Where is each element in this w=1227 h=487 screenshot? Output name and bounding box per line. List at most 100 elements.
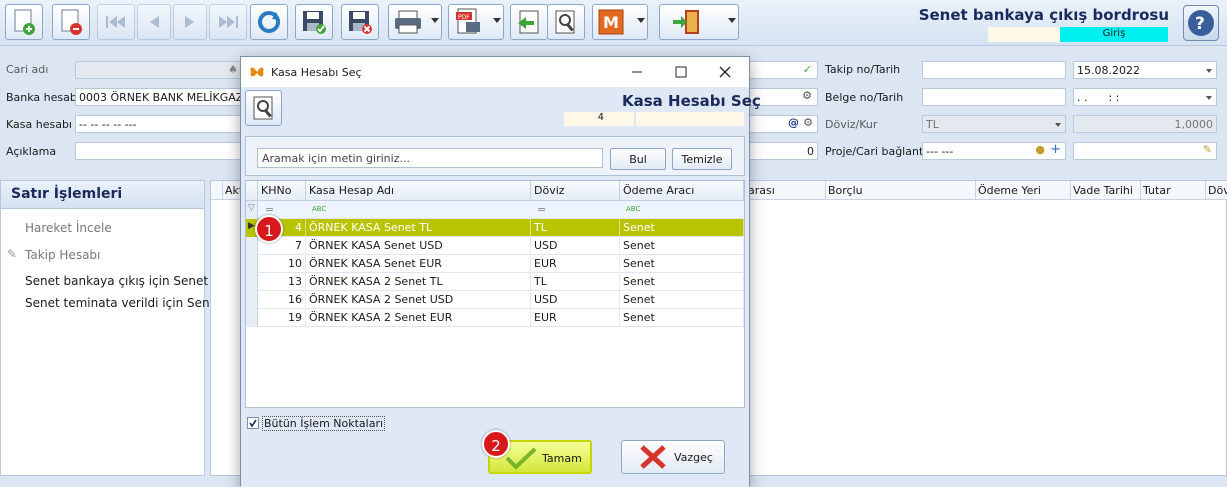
m-icon: M [598,9,624,35]
dialog-settings-button[interactable] [245,90,282,126]
cari-field[interactable]: ♠ [75,61,245,79]
dialog-titlebar: Kasa Hesabı Seç [241,57,749,87]
grid-corner [246,181,258,201]
takip-date-value: 15.08.2022 [1077,64,1140,77]
save-button[interactable] [295,4,333,40]
lookup-icon[interactable]: ⚙ [803,116,813,129]
header-doviz[interactable]: Döviz [531,181,620,201]
maximize-button[interactable] [671,63,691,81]
takip-hesabi-label: Takip Hesabı [25,248,101,262]
cari-link-field[interactable]: ✎ [1073,142,1217,160]
print-button[interactable] [388,4,442,40]
refresh-button[interactable] [250,4,288,40]
cell-khno: 16 [258,291,306,309]
grid-header-doviz[interactable]: Döv [1206,181,1227,200]
selected-table-row[interactable]: ▶ 4 ÖRNEK KASA Senet TL TL Senet [246,219,744,237]
kasa-extra-field[interactable]: @ ⚙ [748,115,818,133]
header-kasa-hesap-adi[interactable]: Kasa Hesap Adı [306,181,531,201]
chevron-down-icon[interactable] [1206,96,1212,100]
filter-odeme[interactable]: ABC [623,201,643,219]
doviz-field[interactable]: TL [922,115,1066,133]
takip-no-field[interactable] [922,61,1066,79]
minimize-icon [632,71,642,73]
filter-name[interactable]: ABC [309,201,329,219]
all-points-label[interactable]: Bütün İşlem Noktaları [262,416,386,431]
callout-badge-2: 2 [482,430,510,458]
m-menu-button[interactable]: M [592,4,648,40]
add-icon[interactable]: + [1050,143,1061,157]
grid-header-odeme-yeri[interactable]: Ödeme Yeri [976,181,1071,200]
doviz-value: TL [926,118,939,131]
delete-document-button[interactable] [52,4,90,40]
minimize-button[interactable] [627,63,647,81]
senet-teminata-item[interactable]: Senet teminata verildi için Senet... [25,296,233,310]
takip-label: Takip no/Tarih [825,63,901,76]
grid-header-vade[interactable]: Vade Tarihi [1071,181,1141,200]
row-indicator [246,309,258,327]
edit-icon: ✎ [7,247,18,261]
cell-kasa-name: ÖRNEK KASA 2 Senet TL [306,273,531,291]
grid-header-arasi[interactable]: arası [746,181,826,200]
first-record-button[interactable] [97,4,135,40]
header-khno[interactable]: KHNo [258,181,306,201]
settings-icon [555,10,575,34]
senet-bankaya-item[interactable]: Senet bankaya çıkış için Senet Seç [25,274,234,288]
exit-button[interactable] [659,4,739,40]
proje-label: Proje/Cari bağlantı [825,145,927,158]
cancel-button[interactable]: Vazgeç [621,440,725,474]
dialog-heading: Kasa Hesabı Seç [622,92,761,110]
next-record-button[interactable] [173,4,207,40]
new-document-button[interactable] [5,4,43,40]
clear-button[interactable]: Temizle [672,148,732,170]
kasa-field[interactable]: -- -- -- -- --- [75,115,245,133]
at-icon[interactable]: @ [788,116,799,129]
chevron-down-icon[interactable] [1055,123,1061,127]
aciklama-field[interactable] [75,142,245,160]
close-button[interactable] [715,63,735,81]
help-button[interactable]: ? [1183,5,1219,41]
lock-icon[interactable]: ● [1035,143,1045,156]
previous-record-button[interactable] [137,4,171,40]
cell-odeme-araci: Senet [620,255,744,273]
chevron-down-icon[interactable] [1206,69,1212,73]
takip-date-field[interactable]: 15.08.2022 [1073,61,1217,79]
settings-button[interactable] [547,4,585,40]
hareket-incele-item[interactable]: Hareket İncele [25,221,112,235]
cell-odeme-araci: Senet [620,273,744,291]
filter-doviz[interactable]: = [534,201,549,219]
search-input[interactable]: Aramak için metin giriniz... [257,148,603,168]
pdf-export-icon: PDF [456,8,480,34]
proje-field[interactable]: --- --- ● + [922,142,1066,160]
cancel-save-button[interactable] [341,4,379,40]
table-row[interactable]: 16 ÖRNEK KASA 2 Senet USD USD Senet [246,291,744,309]
banka-field[interactable]: 0003 ÖRNEK BANK MELİKGAZİ ŞU [75,88,245,106]
table-row[interactable]: 7 ÖRNEK KASA Senet USD USD Senet [246,237,744,255]
dialog-window-title: Kasa Hesabı Seç [271,66,362,79]
dialog-counter-blank [636,112,744,126]
last-record-button[interactable] [209,4,247,40]
table-row[interactable]: 13 ÖRNEK KASA 2 Senet TL TL Senet [246,273,744,291]
find-button[interactable]: Bul [610,148,666,170]
pdf-export-button[interactable]: PDF [448,4,504,40]
grid-header-tutar[interactable]: Tutar [1141,181,1206,200]
table-row[interactable]: 10 ÖRNEK KASA Senet EUR EUR Senet [246,255,744,273]
grid-header-borclu[interactable]: Borçlu [826,181,976,200]
eraser-icon[interactable]: ✎ [1203,143,1212,156]
header-odeme-araci[interactable]: Ödeme Aracı [620,181,744,201]
delete-document-icon [61,9,82,35]
back-button[interactable] [510,4,548,40]
all-points-checkbox[interactable] [247,417,259,429]
check-icon: ✓ [802,63,812,76]
filter-row[interactable]: ▽ = ABC = ABC [246,201,744,219]
takip-hesabi-item[interactable]: ✎ Takip Hesabı [7,247,101,262]
belge-date-field[interactable]: . . : : [1073,88,1217,106]
cell-doviz: EUR [531,255,620,273]
svg-text:M: M [603,13,619,32]
proje-value: --- --- [926,145,954,158]
cari-extra-field[interactable]: ✓ [748,61,818,79]
belge-no-field[interactable] [922,88,1066,106]
table-row[interactable]: 19 ÖRNEK KASA 2 Senet EUR EUR Senet [246,309,744,327]
cell-doviz: USD [531,291,620,309]
people-icon: ♠ [228,63,238,76]
main-toolbar: PDF M Senet bankaya çıkış bordrosu Giriş… [0,0,1227,46]
